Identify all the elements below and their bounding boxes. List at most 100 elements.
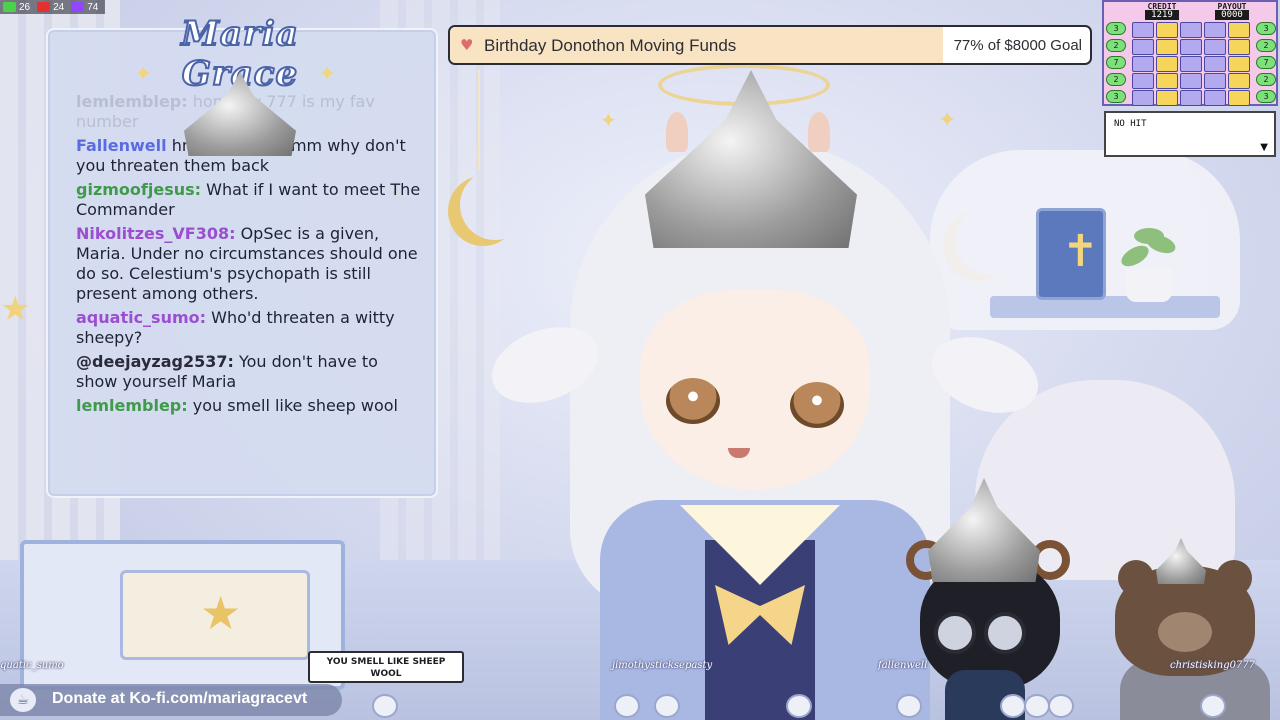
slot-result: NO HIT (1114, 119, 1147, 129)
viewer-name: jimothysticksepasty (612, 660, 713, 671)
credit-value: 1219 (1145, 10, 1179, 20)
reel-symbol (1204, 39, 1226, 55)
viewer-sheep-avatar (896, 694, 922, 718)
reel-symbol (1132, 56, 1154, 72)
viewer-name: fallenwell (878, 660, 928, 671)
twitch-icon (71, 2, 85, 12)
reel-symbol (1132, 22, 1154, 38)
heart-cup-icon: ♥ (460, 36, 474, 54)
viewer-stats: 26 24 74 (0, 0, 106, 14)
chat-message: gizmoofjesus: What if I want to meet The… (76, 180, 421, 220)
reel-symbol (1180, 73, 1202, 89)
payline-marker: 2 (1106, 73, 1126, 86)
wall-shelf (990, 296, 1220, 318)
chat-username: Fallenwell (76, 136, 167, 155)
viewer-sheep-avatar (1200, 694, 1226, 718)
reel-symbol (1228, 56, 1250, 72)
chat-username: lemlemblep: (76, 396, 188, 415)
goal-title: Birthday Donothon Moving Funds (484, 36, 737, 55)
reel-symbol (1228, 39, 1250, 55)
horn-left (666, 112, 688, 152)
donation-goal-bar: ♥ Birthday Donothon Moving Funds 77% of … (448, 25, 1092, 65)
payline-marker: 2 (1256, 39, 1276, 52)
reel-symbol (1180, 90, 1202, 106)
slot-result-box: NO HIT ▼ (1104, 111, 1276, 157)
youtube-icon (37, 2, 51, 12)
chat-message: lemlemblep: you smell like sheep wool (76, 396, 421, 416)
reel-symbol (1228, 73, 1250, 89)
reel-symbol (1228, 90, 1250, 106)
bear-snout (1158, 612, 1212, 652)
chat-username: @deejayzag2537: (76, 352, 234, 371)
reel-symbol (1180, 39, 1202, 55)
reel-symbol (1204, 73, 1226, 89)
payline-marker: 2 (1106, 39, 1126, 52)
viewer-sheep-avatar (786, 694, 812, 718)
payline-marker: 3 (1106, 90, 1126, 103)
chat-username: aquatic_sumo: (76, 308, 207, 327)
kick-icon (3, 2, 16, 12)
viewer-sheep-avatar (372, 694, 398, 718)
horn-right (808, 112, 830, 152)
payline-marker: 3 (1256, 22, 1276, 35)
viewer-sheep-avatar (654, 694, 680, 718)
goal-status: 77% of $8000 Goal (953, 37, 1082, 54)
reel-symbol (1156, 56, 1178, 72)
reel-symbol (1156, 22, 1178, 38)
leaf (1134, 228, 1164, 244)
dropdown-caret-icon: ▼ (1260, 142, 1268, 153)
viewer-sheep-avatar (1024, 694, 1050, 718)
viewer-sheep-avatar (1048, 694, 1074, 718)
reel-symbol (1156, 90, 1178, 106)
chat-username: Nikolitzes_VF308: (76, 224, 236, 243)
plant-pot (1126, 268, 1172, 302)
payline-marker: 7 (1256, 56, 1276, 69)
payline-marker: 7 (1106, 56, 1126, 69)
logo-star-icon: ✦ (134, 62, 153, 87)
viewer-name: quatic_sumo (0, 660, 64, 671)
reel-symbol (1156, 39, 1178, 55)
chat-message: aquatic_sumo: Who'd threaten a witty she… (76, 308, 421, 348)
glasses-left (934, 612, 976, 654)
reel-symbol (1204, 90, 1226, 106)
reel-symbol (1132, 90, 1154, 106)
moon-string (478, 70, 480, 170)
speech-bubble: YOU SMELL LIKE SHEEP WOOL (308, 651, 464, 683)
payline-marker: 2 (1256, 73, 1276, 86)
donate-text: Donate at Ko-fi.com/mariagracevt (52, 690, 308, 707)
reel-symbol (1132, 39, 1154, 55)
viewer-sheep-avatar (1000, 694, 1026, 718)
slot-machine: CREDIT 1219 PAYOUT 0000 3322772233 (1102, 0, 1278, 106)
payout-value: 0000 (1215, 10, 1249, 20)
kofi-cup-icon: ☕ (10, 688, 36, 712)
reel-symbol (1204, 22, 1226, 38)
chat-username: lemlemblep: (76, 92, 188, 111)
reel-symbol (1132, 73, 1154, 89)
reel-symbol (1180, 22, 1202, 38)
eye-right (790, 382, 844, 428)
viewer-count: 26 (19, 1, 31, 13)
viewer-sheep-avatar (614, 694, 640, 718)
eye-left (666, 378, 720, 424)
reel-symbol (1228, 22, 1250, 38)
chat-username: gizmoofjesus: (76, 180, 202, 199)
reel-symbol (1156, 73, 1178, 89)
viewer-name: christisking0777 (1170, 660, 1256, 671)
hanging-moon (460, 170, 530, 240)
donate-banner[interactable]: ☕ Donate at Ko-fi.com/mariagracevt (0, 684, 342, 716)
star-icon: ★ (200, 586, 242, 640)
chat-text: you smell like sheep wool (187, 396, 398, 415)
sparkle-star: ✦ (938, 108, 957, 133)
sparkle-star: ✦ (600, 108, 617, 132)
logo-star-icon: ✦ (318, 62, 337, 87)
chat-message: Nikolitzes_VF308: OpSec is a given, Mari… (76, 224, 421, 304)
payline-marker: 3 (1256, 90, 1276, 103)
cross-icon: ✝ (1062, 226, 1099, 277)
viewer-count: 74 (87, 1, 99, 13)
reel-symbol (1180, 56, 1202, 72)
glasses-right (984, 612, 1026, 654)
viewer-count: 24 (53, 1, 65, 13)
chat-message: @deejayzag2537: You don't have to show y… (76, 352, 421, 392)
reel-symbol (1204, 56, 1226, 72)
payline-marker: 3 (1106, 22, 1126, 35)
